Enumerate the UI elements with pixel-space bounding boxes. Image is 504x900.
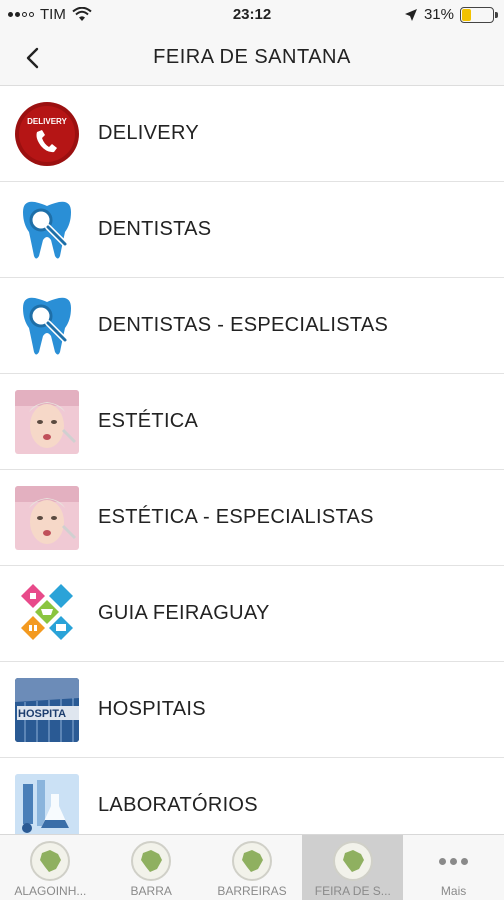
battery-fill (462, 8, 472, 21)
list-item-label: DENTISTAS - ESPECIALISTAS (98, 314, 389, 336)
tab-label: BARRA (130, 884, 172, 898)
hospital-building-photo: HOSPITA (15, 677, 79, 742)
more-dots-icon (439, 841, 469, 881)
list-item-hospitais[interactable]: HOSPITA HOSPITAIS (0, 662, 504, 758)
brazil-map-icon (332, 841, 373, 881)
list-item-label: ESTÉTICA - ESPECIALISTAS (98, 506, 374, 528)
aesthetic-face-photo (15, 485, 79, 550)
delivery-badge-text: DELIVERY (27, 117, 67, 126)
location-arrow-icon (404, 8, 417, 21)
battery-percent: 31% (423, 6, 454, 23)
hospital-sign-text: HOSPITA (18, 708, 66, 720)
list-item-estetica-especialistas[interactable]: ESTÉTICA - ESPECIALISTAS (0, 470, 504, 566)
page-title: FEIRA DE SANTANA (153, 46, 351, 68)
list-item-label: DENTISTAS (98, 218, 212, 240)
category-list: DELIVERY DELIVERY DENTISTAS DENTISTAS - … (0, 86, 504, 834)
list-item-label: HOSPITAIS (98, 698, 206, 720)
list-item-label: DELIVERY (98, 122, 199, 144)
tab-bar: ALAGOINH... BARRA BARREIRAS FEIRA DE S..… (0, 834, 504, 900)
tab-alagoinhas[interactable]: ALAGOINH... (0, 835, 101, 900)
tooth-magnifier-icon (15, 198, 79, 262)
list-item-estetica[interactable]: ESTÉTICA (0, 374, 504, 470)
delivery-phone-icon: DELIVERY (15, 101, 79, 166)
list-item-dentistas[interactable]: DENTISTAS (0, 182, 504, 278)
tooth-magnifier-icon (15, 294, 79, 358)
brazil-map-icon (131, 841, 172, 881)
tab-mais[interactable]: Mais (403, 835, 504, 900)
list-item-delivery[interactable]: DELIVERY DELIVERY (0, 86, 504, 182)
guide-diamonds-icon (15, 582, 79, 646)
list-item-label: LABORATÓRIOS (98, 794, 258, 816)
status-right: 31% (404, 6, 498, 23)
list-item-guia-feiraguay[interactable]: GUIA FEIRAGUAY (0, 566, 504, 662)
status-bar: TIM 23:12 31% (0, 0, 504, 30)
tab-barra[interactable]: BARRA (101, 835, 202, 900)
list-item-label: ESTÉTICA (98, 410, 199, 432)
list-item-label: GUIA FEIRAGUAY (98, 602, 270, 624)
tab-label: BARREIRAS (217, 884, 287, 898)
laboratory-photo (15, 773, 79, 834)
list-item-laboratorios[interactable]: LABORATÓRIOS (0, 758, 504, 834)
tab-label: FEIRA DE S... (314, 884, 391, 898)
tab-feira-de-santana[interactable]: FEIRA DE S... (302, 835, 404, 900)
brazil-map-icon (30, 841, 71, 881)
tab-barreiras[interactable]: BARREIRAS (202, 835, 303, 900)
brazil-map-icon (231, 841, 272, 881)
list-item-dentistas-especialistas[interactable]: DENTISTAS - ESPECIALISTAS (0, 278, 504, 374)
battery-icon (460, 6, 498, 23)
navigation-bar: FEIRA DE SANTANA (0, 30, 504, 86)
aesthetic-face-photo (15, 389, 79, 454)
tab-label: Mais (440, 884, 467, 898)
tab-label: ALAGOINH... (14, 884, 87, 898)
